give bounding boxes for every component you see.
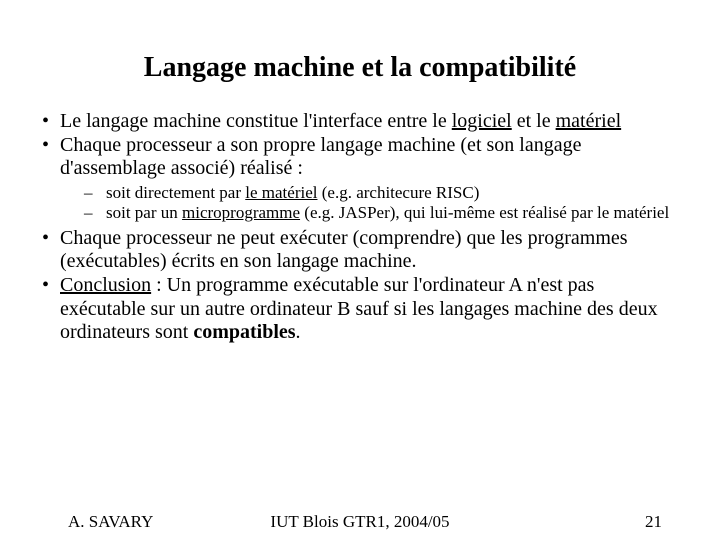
list-item: Chaque processeur ne peut exécuter (comp…: [42, 227, 678, 274]
underline-text: logiciel: [452, 110, 512, 132]
text: Chaque processeur ne peut exécuter (comp…: [60, 227, 628, 273]
underline-text: microprogramme: [182, 203, 300, 222]
text: soit directement par: [106, 183, 245, 202]
list-item: soit par un microprogramme (e.g. JASPer)…: [84, 203, 678, 223]
bullet-list: Le langage machine constitue l'interface…: [42, 110, 678, 345]
text: (e.g. JASPer), qui lui-même est réalisé …: [300, 203, 669, 222]
list-item: Chaque processeur a son propre langage m…: [42, 134, 678, 223]
list-item: Le langage machine constitue l'interface…: [42, 110, 678, 134]
text: .: [296, 321, 301, 343]
slide: Langage machine et la compatibilité Le l…: [0, 0, 720, 540]
footer-page-number: 21: [645, 512, 662, 532]
sub-list: soit directement par le matériel (e.g. a…: [60, 183, 678, 223]
list-item: soit directement par le matériel (e.g. a…: [84, 183, 678, 203]
text: Chaque processeur a son propre langage m…: [60, 134, 581, 180]
underline-text: le matériel: [245, 183, 317, 202]
bold-text: compatibles: [193, 321, 295, 343]
list-item: Conclusion : Un programme exécutable sur…: [42, 274, 678, 345]
slide-title: Langage machine et la compatibilité: [42, 52, 678, 84]
text: (e.g. architecure RISC): [317, 183, 479, 202]
text: et le: [512, 110, 556, 132]
text: soit par un: [106, 203, 182, 222]
text: Le langage machine constitue l'interface…: [60, 110, 452, 132]
underline-text: matériel: [556, 110, 622, 132]
underline-text: Conclusion: [60, 274, 151, 296]
footer-institution: IUT Blois GTR1, 2004/05: [0, 512, 720, 532]
